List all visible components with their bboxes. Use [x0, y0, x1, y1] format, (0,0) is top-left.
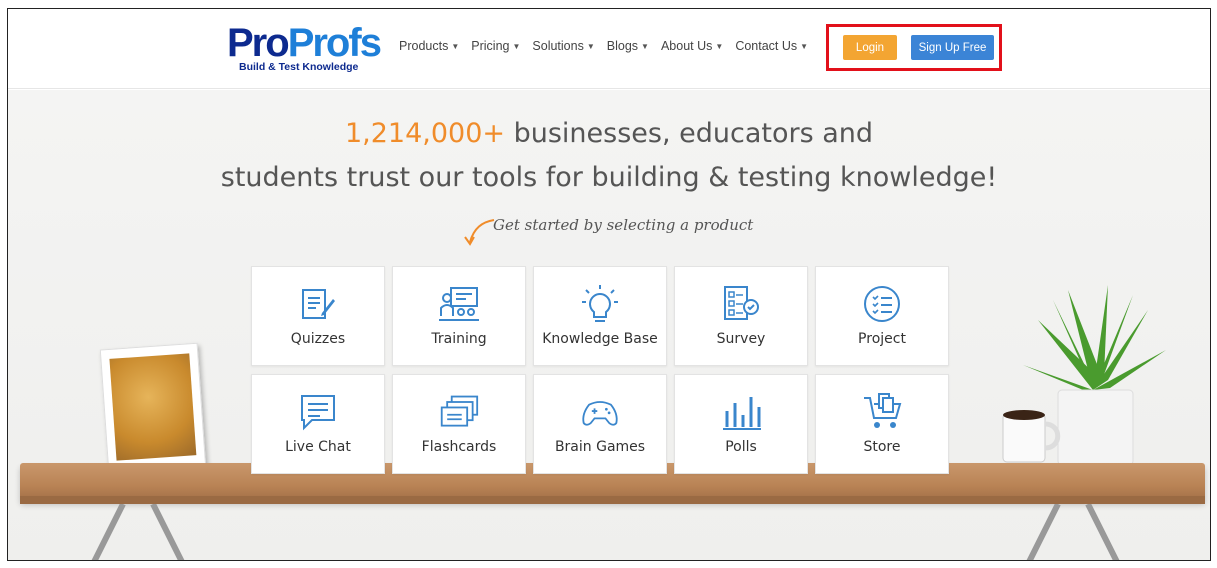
dog-photo [109, 353, 197, 461]
login-button[interactable]: Login [843, 35, 897, 60]
nav-solutions[interactable]: Solutions ▼ [532, 39, 594, 53]
coffee-mug-image [1002, 410, 1061, 463]
desk-leg-right [1026, 504, 1120, 560]
product-card-live-chat[interactable]: Live Chat [251, 374, 385, 474]
nav-blogs[interactable]: Blogs ▼ [607, 39, 649, 53]
training-icon [439, 285, 479, 323]
hero-section: 1,214,000+ businesses, educators and stu… [8, 90, 1210, 560]
product-card-store[interactable]: Store [815, 374, 949, 474]
nav-pricing[interactable]: Pricing ▼ [471, 39, 520, 53]
caret-down-icon: ▼ [715, 41, 724, 51]
selection-hint: Get started by selecting a product [493, 216, 754, 234]
product-label: Polls [725, 439, 757, 455]
customer-count: 1,214,000+ [344, 118, 506, 149]
product-label: Training [431, 331, 487, 347]
desk-leg-left [91, 504, 185, 560]
logo-tagline: Build & Test Knowledge [239, 61, 359, 73]
cart-icon [862, 393, 902, 431]
headline-line-1: 1,214,000+ businesses, educators and [344, 118, 874, 149]
product-grid: Quizzes Training Knowledge Base Survey P… [251, 266, 949, 474]
quiz-icon [298, 285, 338, 323]
product-card-project[interactable]: Project [815, 266, 949, 366]
sign-up-free-button[interactable]: Sign Up Free [911, 35, 994, 60]
page-frame: ProProfs Build & Test Knowledge Products… [7, 8, 1211, 561]
curved-arrow-icon [464, 219, 495, 246]
nav-contact-us[interactable]: Contact Us ▼ [735, 39, 808, 53]
product-label: Live Chat [285, 439, 351, 455]
product-label: Flashcards [421, 439, 497, 455]
product-card-training[interactable]: Training [392, 266, 526, 366]
lightbulb-icon [580, 285, 620, 323]
proprofs-logo[interactable]: ProProfs Build & Test Knowledge [227, 21, 382, 75]
product-label: Survey [716, 331, 766, 347]
caret-down-icon: ▼ [512, 41, 521, 51]
auth-highlight-box: Login Sign Up Free [826, 24, 1002, 71]
bar-chart-icon [721, 393, 761, 431]
dog-photo-frame [99, 342, 207, 475]
product-card-knowledge-base[interactable]: Knowledge Base [533, 266, 667, 366]
main-nav: Products ▼ Pricing ▼ Solutions ▼ Blogs ▼ Abo… [399, 39, 808, 53]
product-card-polls[interactable]: Polls [674, 374, 808, 474]
caret-down-icon: ▼ [800, 41, 809, 51]
logo-wordmark: ProProfs [227, 21, 382, 65]
caret-down-icon: ▼ [641, 41, 649, 51]
product-label: Project [858, 331, 906, 347]
product-card-quizzes[interactable]: Quizzes [251, 266, 385, 366]
caret-down-icon: ▼ [586, 41, 595, 51]
product-label: Brain Games [554, 439, 646, 455]
nav-products[interactable]: Products ▼ [399, 39, 459, 53]
product-card-flashcards[interactable]: Flashcards [392, 374, 526, 474]
caret-down-icon: ▼ [451, 41, 460, 51]
product-label: Knowledge Base [542, 331, 658, 347]
desk-edge [20, 496, 1205, 504]
chat-icon [298, 393, 338, 431]
product-label: Store [863, 439, 901, 455]
product-card-survey[interactable]: Survey [674, 266, 808, 366]
product-card-brain-games[interactable]: Brain Games [533, 374, 667, 474]
site-header: ProProfs Build & Test Knowledge Products… [8, 9, 1210, 89]
survey-icon [721, 285, 761, 323]
product-label: Quizzes [290, 331, 346, 347]
gamepad-icon [580, 393, 620, 431]
project-list-icon [862, 285, 902, 323]
nav-about-us[interactable]: About Us ▼ [661, 39, 723, 53]
flashcards-icon [439, 393, 479, 431]
headline-line-2: students trust our tools for building & … [220, 162, 998, 193]
